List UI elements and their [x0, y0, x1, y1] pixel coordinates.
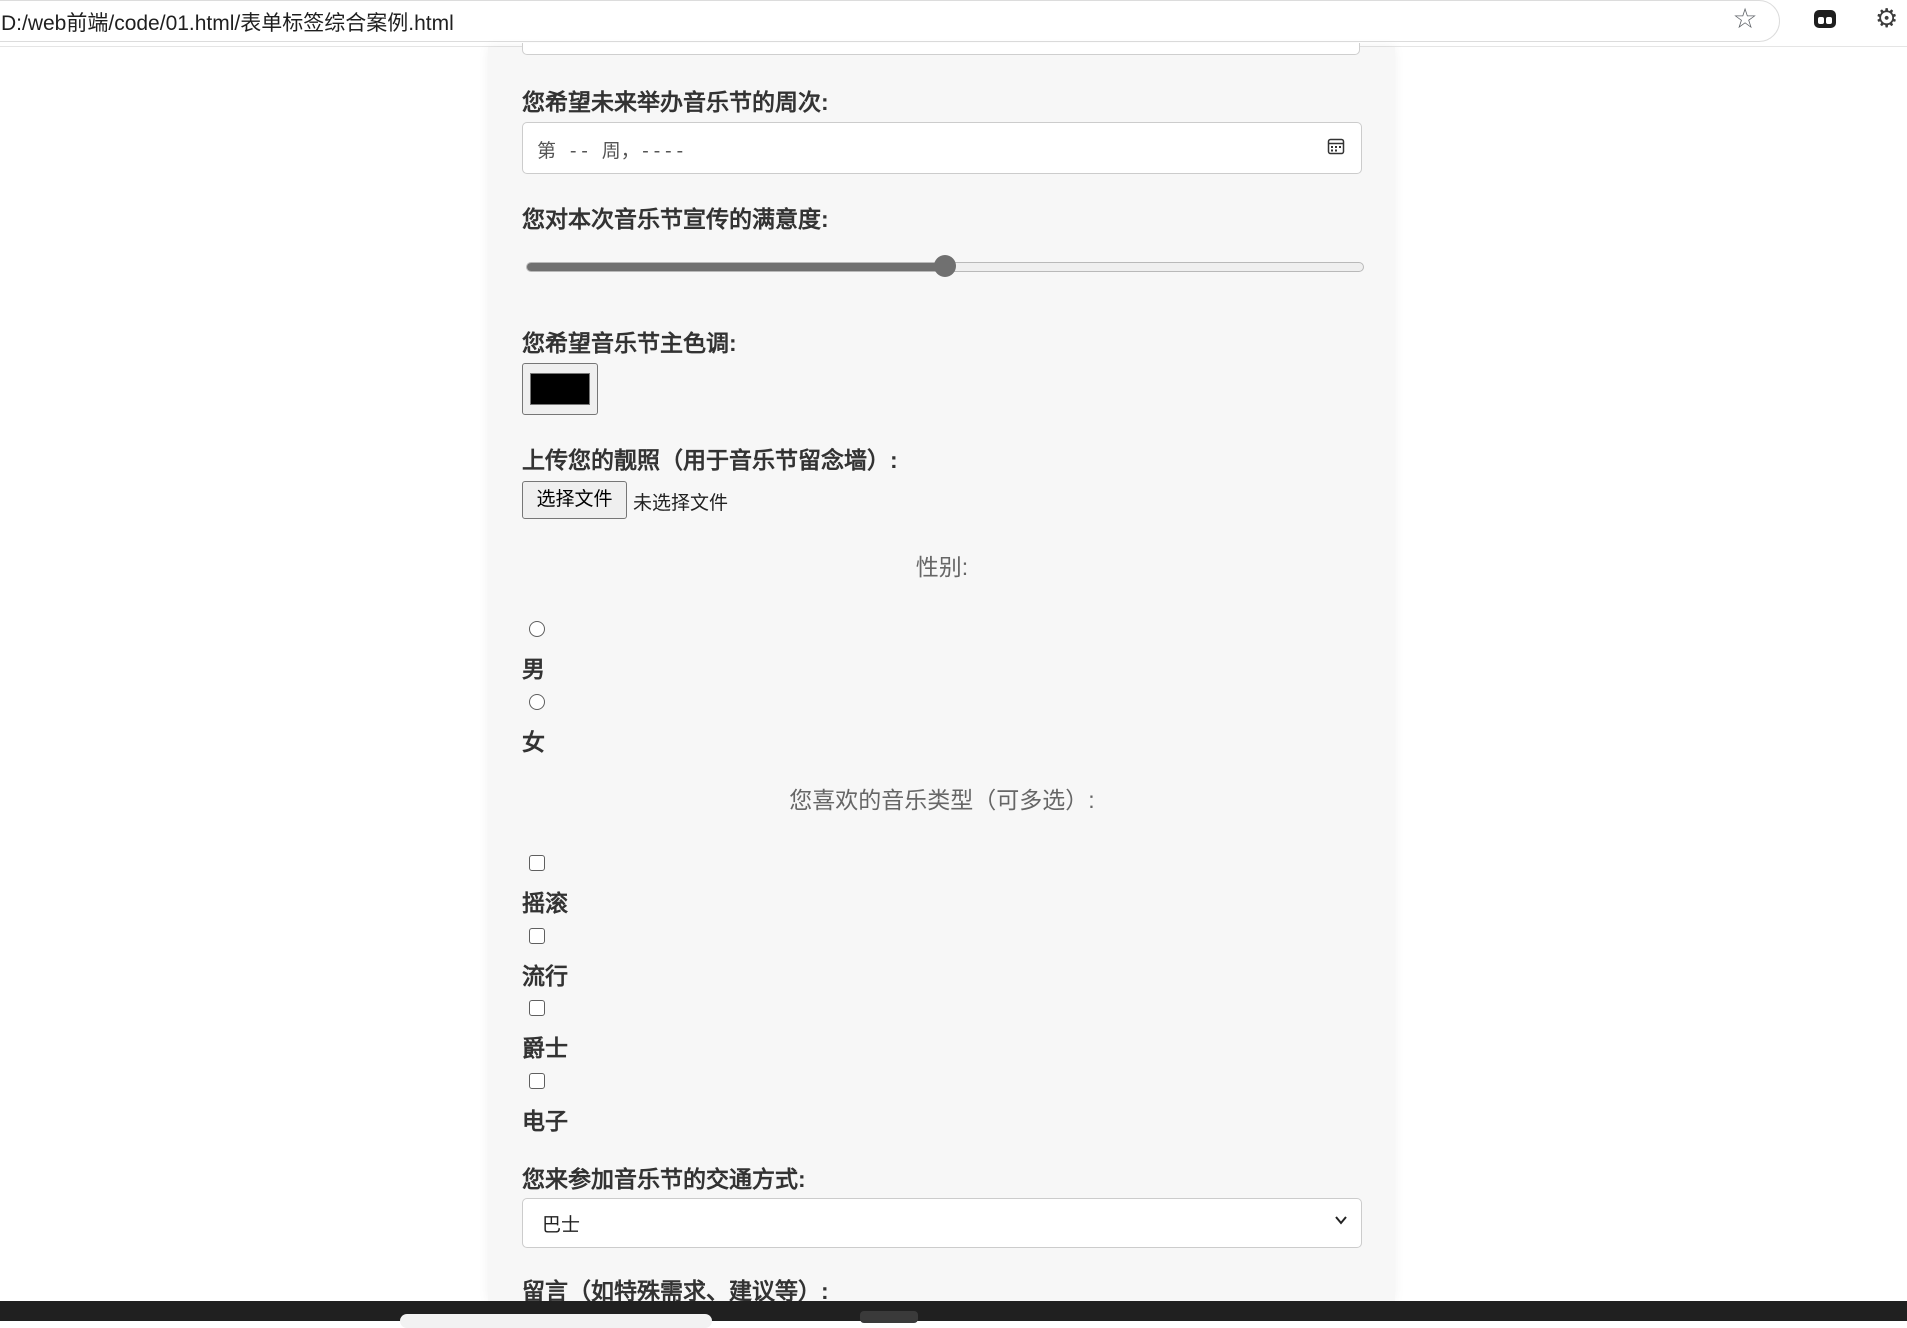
satisfaction-label: 您对本次音乐节宣传的满意度:: [522, 206, 829, 232]
satisfaction-slider-fill: [527, 263, 945, 271]
checkbox-rock[interactable]: [529, 855, 545, 871]
form-container: 您希望未来举办音乐节的周次: 第 -- 周，---- 您对本次音乐节宣传的满意度…: [488, 43, 1395, 1304]
checkbox-jazz-label[interactable]: 爵士: [522, 1029, 568, 1063]
radio-male-label[interactable]: 男: [522, 650, 545, 684]
color-swatch-value: [530, 373, 590, 405]
week-placeholder: 第 -- 周，----: [537, 140, 686, 162]
previous-field-partial[interactable]: [522, 43, 1360, 55]
checkbox-electronic-label[interactable]: 电子: [522, 1102, 568, 1136]
chevron-down-icon: [1335, 1216, 1347, 1225]
radio-female-label[interactable]: 女: [522, 723, 545, 757]
checkbox-pop[interactable]: [529, 928, 545, 944]
transport-select[interactable]: 巴士: [522, 1198, 1362, 1248]
photo-label: 上传您的靓照（用于音乐节留念墙）:: [522, 447, 898, 473]
color-label: 您希望音乐节主色调:: [522, 330, 737, 356]
transport-selected: 巴士: [542, 1215, 581, 1236]
taskbar-search[interactable]: [400, 1314, 712, 1328]
gender-caption: 性别:: [915, 554, 969, 580]
radio-male[interactable]: [529, 621, 545, 637]
week-input[interactable]: 第 -- 周，----: [522, 122, 1362, 174]
choose-file-button[interactable]: 选择文件: [522, 481, 627, 519]
calendar-icon[interactable]: [1327, 137, 1345, 155]
checkbox-rock-label[interactable]: 摇滚: [522, 884, 568, 918]
taskbar: [0, 1301, 1907, 1328]
taskbar-button[interactable]: [860, 1311, 918, 1323]
browser-toolbar: D:/web前端/code/01.html/表单标签综合案例.html ☆ ⚙: [0, 0, 1907, 47]
star-icon[interactable]: ☆: [1728, 2, 1762, 36]
file-status: 未选择文件: [633, 493, 729, 514]
address-bar[interactable]: D:/web前端/code/01.html/表单标签综合案例.html: [0, 0, 1780, 42]
checkbox-electronic[interactable]: [529, 1073, 545, 1089]
url-text[interactable]: D:/web前端/code/01.html/表单标签综合案例.html: [1, 7, 454, 37]
checkbox-pop-label[interactable]: 流行: [522, 957, 568, 991]
puzzle-icon[interactable]: ⚙: [1875, 2, 1907, 34]
satisfaction-slider-thumb[interactable]: [934, 255, 956, 277]
transport-label: 您来参加音乐节的交通方式:: [522, 1166, 806, 1192]
radio-female[interactable]: [529, 694, 545, 710]
week-label: 您希望未来举办音乐节的周次:: [522, 89, 829, 115]
color-picker[interactable]: [522, 363, 598, 415]
genres-caption: 您喜欢的音乐类型（可多选）:: [789, 787, 1095, 813]
checkbox-jazz[interactable]: [529, 1000, 545, 1016]
extension-icon[interactable]: [1810, 4, 1840, 34]
